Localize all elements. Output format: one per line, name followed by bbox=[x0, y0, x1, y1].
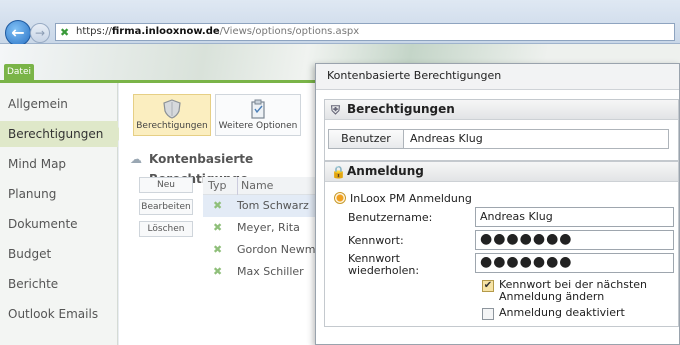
section-title: ☁ Kontenbasierte Berechtigunge bbox=[129, 149, 329, 186]
disable-login-checkbox[interactable]: Anmeldung deaktiviert bbox=[482, 307, 672, 320]
sidebar-item-allgemein[interactable]: Allgemein bbox=[0, 91, 118, 117]
sidebar-item-dokumente[interactable]: Dokumente bbox=[0, 211, 118, 237]
toolbar-button-label: Berechtigungen bbox=[136, 121, 208, 131]
table-row[interactable]: ✖ Max Schiller bbox=[203, 261, 323, 283]
column-header-typ[interactable]: Typ bbox=[208, 177, 227, 195]
sidebar-item-berechtigungen[interactable]: Berechtigungen bbox=[0, 121, 124, 147]
shield-icon: ⛨ bbox=[331, 103, 341, 117]
url-host: firma.inlooxnow.de bbox=[111, 26, 220, 37]
file-tab[interactable]: Datei bbox=[4, 64, 34, 80]
password-field[interactable]: ●●●●●●● bbox=[475, 230, 674, 250]
section-header: ⛨ Berechtigungen bbox=[325, 100, 678, 120]
benutzer-field[interactable]: Andreas Klug bbox=[404, 129, 669, 149]
username-field[interactable]: Andreas Klug bbox=[475, 207, 674, 227]
sidebar-item-outlook-emails[interactable]: Outlook Emails bbox=[0, 301, 118, 327]
table-row[interactable]: ✖ Gordon Newmar bbox=[203, 239, 327, 261]
password-repeat-field[interactable]: ●●●●●●● bbox=[475, 253, 674, 273]
user-type-icon: ✖ bbox=[213, 221, 223, 234]
back-button[interactable]: ← bbox=[5, 20, 31, 46]
checkbox-unchecked-icon bbox=[482, 308, 494, 320]
neu-button[interactable]: Neu bbox=[139, 177, 193, 193]
berechtigungen-toolbar-button[interactable]: Berechtigungen bbox=[133, 94, 211, 136]
sidebar-item-berichte[interactable]: Berichte bbox=[0, 271, 118, 297]
change-password-checkbox[interactable]: ✔ Kennwort bei der nächsten Anmeldung än… bbox=[482, 279, 672, 303]
username-label: Benutzername: bbox=[348, 211, 433, 224]
benutzer-button[interactable]: Benutzer bbox=[328, 129, 404, 149]
sidebar-item-planung[interactable]: Planung bbox=[0, 181, 118, 207]
site-favicon-icon: ✖ bbox=[60, 26, 70, 39]
url-scheme: https:// bbox=[76, 26, 112, 37]
sidebar-item-mind-map[interactable]: Mind Map bbox=[0, 151, 118, 177]
checkbox-checked-icon: ✔ bbox=[482, 280, 494, 292]
grid-header: Typ Name bbox=[203, 177, 323, 195]
weitere-optionen-toolbar-button[interactable]: Weitere Optionen bbox=[215, 94, 301, 136]
address-bar[interactable]: ✖ https://firma.inlooxnow.de/Views/optio… bbox=[55, 23, 675, 41]
toolbar-button-label: Weitere Optionen bbox=[218, 121, 298, 131]
bearbeiten-button[interactable]: Bearbeiten bbox=[139, 199, 193, 215]
clipboard-icon bbox=[251, 99, 265, 119]
column-header-name[interactable]: Name bbox=[237, 177, 273, 195]
password-label: Kennwort: bbox=[348, 234, 404, 247]
section-header: 🔒 Anmeldung bbox=[325, 162, 678, 182]
permissions-dialog: Kontenbasierte Berechtigungen ⛨ Berechti… bbox=[315, 63, 680, 345]
user-type-icon: ✖ bbox=[213, 243, 223, 256]
table-row[interactable]: ✖ Tom Schwarz bbox=[203, 195, 323, 217]
table-row[interactable]: ✖ Meyer, Rita bbox=[203, 217, 323, 239]
browser-toolbar: ← → ✖ https://firma.inlooxnow.de/Views/o… bbox=[0, 0, 680, 46]
sidebar-item-label: Berechtigungen bbox=[8, 127, 104, 141]
radio-selected-icon bbox=[334, 192, 346, 204]
lock-icon: 🔒 bbox=[331, 165, 346, 179]
sidebar-item-budget[interactable]: Budget bbox=[0, 241, 118, 267]
options-sidebar: Allgemein Berechtigungen Mind Map Planun… bbox=[0, 83, 124, 345]
url-path: /Views/options/options.aspx bbox=[219, 26, 360, 37]
shield-icon bbox=[163, 99, 181, 119]
inloox-login-radio[interactable]: InLoox PM Anmeldung bbox=[334, 192, 472, 205]
forward-button[interactable]: → bbox=[30, 23, 50, 43]
cloud-icon: ☁ bbox=[130, 152, 142, 166]
password-repeat-label: Kennwort wiederholen: bbox=[348, 252, 420, 277]
user-type-icon: ✖ bbox=[213, 199, 223, 212]
loeschen-button[interactable]: Löschen bbox=[139, 221, 193, 237]
user-type-icon: ✖ bbox=[213, 265, 223, 278]
dialog-title: Kontenbasierte Berechtigungen bbox=[316, 64, 679, 90]
